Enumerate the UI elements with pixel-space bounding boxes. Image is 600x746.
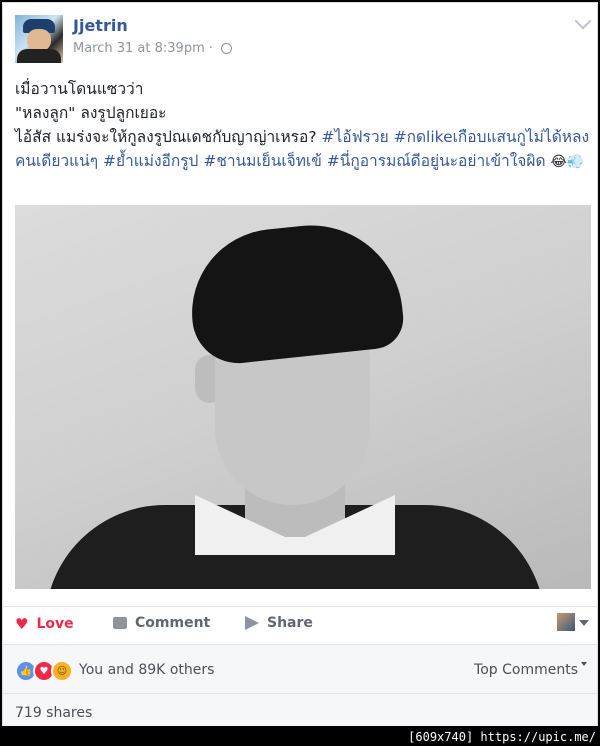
caret-down-icon [581,662,587,666]
love-label: Love [36,616,74,632]
hashtag-link[interactable]: #ย้ำแม่งอีกรูป [103,152,198,170]
post-line-3-text: ไอ้สัส แมร่งจะให้กูลงรูปณเดชกับญาญ่าเหรอ… [15,128,322,146]
chevron-down-icon[interactable] [574,12,592,30]
hashtag-link[interactable]: #ไอ้ฟรวย [321,128,388,146]
post-date[interactable]: March 31 at 8:39pm [73,41,205,56]
top-comments-label: Top Comments [474,662,578,678]
top-comments-dropdown[interactable]: Top Comments [474,662,587,678]
post-line-1: เมื่อวานโดนแซวว่า [15,80,144,98]
shares-bar: 719 shares [3,693,597,726]
share-button[interactable]: Share [245,615,313,631]
author-avatar[interactable] [15,15,63,63]
post-card: Jjetrin March 31 at 8:39pm · เมื่อวานโดน… [2,2,598,726]
reaction-icons[interactable]: 👍 ♥ ☺ [15,660,73,682]
post-text: เมื่อวานโดนแซวว่า "หลงลูก" ลงรูปลูกเยอะ … [15,77,591,174]
author-name[interactable]: Jjetrin [73,16,128,35]
heart-icon: ♥ [15,615,29,633]
caret-down-icon[interactable] [579,620,589,626]
shares-count[interactable]: 719 shares [15,705,92,721]
post-meta: March 31 at 8:39pm · [73,41,232,56]
hashtag-link[interactable]: #ชานมเย็นเจ็ทเข้ [203,152,322,170]
meta-separator: · [208,41,213,56]
hashtag-link[interactable]: #นี่กูอารมณ์ดีอยู่นะอย่าเข้าใจผิด [327,152,546,170]
haha-reaction-icon: ☺ [51,660,73,682]
action-bar: ♥ Love Comment Share [3,606,597,643]
globe-icon[interactable] [220,43,232,54]
share-icon [245,616,259,630]
comment-icon [113,617,127,629]
love-button[interactable]: ♥ Love [15,615,74,633]
reactions-bar: 👍 ♥ ☺ You and 89K others Top Comments [3,644,597,693]
post-as-avatar[interactable] [557,613,575,631]
reaction-summary[interactable]: You and 89K others [79,662,214,678]
comment-label: Comment [135,615,211,631]
post-photo[interactable] [15,205,591,589]
comment-button[interactable]: Comment [113,615,210,631]
post-line-3: ไอ้สัส แมร่งจะให้กูลงรูปณเดชกับญาญ่าเหรอ… [15,125,591,174]
emoji: 😂💨 [550,154,585,170]
post-line-2: "หลงลูก" ลงรูปลูกเยอะ [15,104,167,122]
share-label: Share [267,615,313,631]
watermark: [609x740] https://upic.me/ [408,730,596,744]
